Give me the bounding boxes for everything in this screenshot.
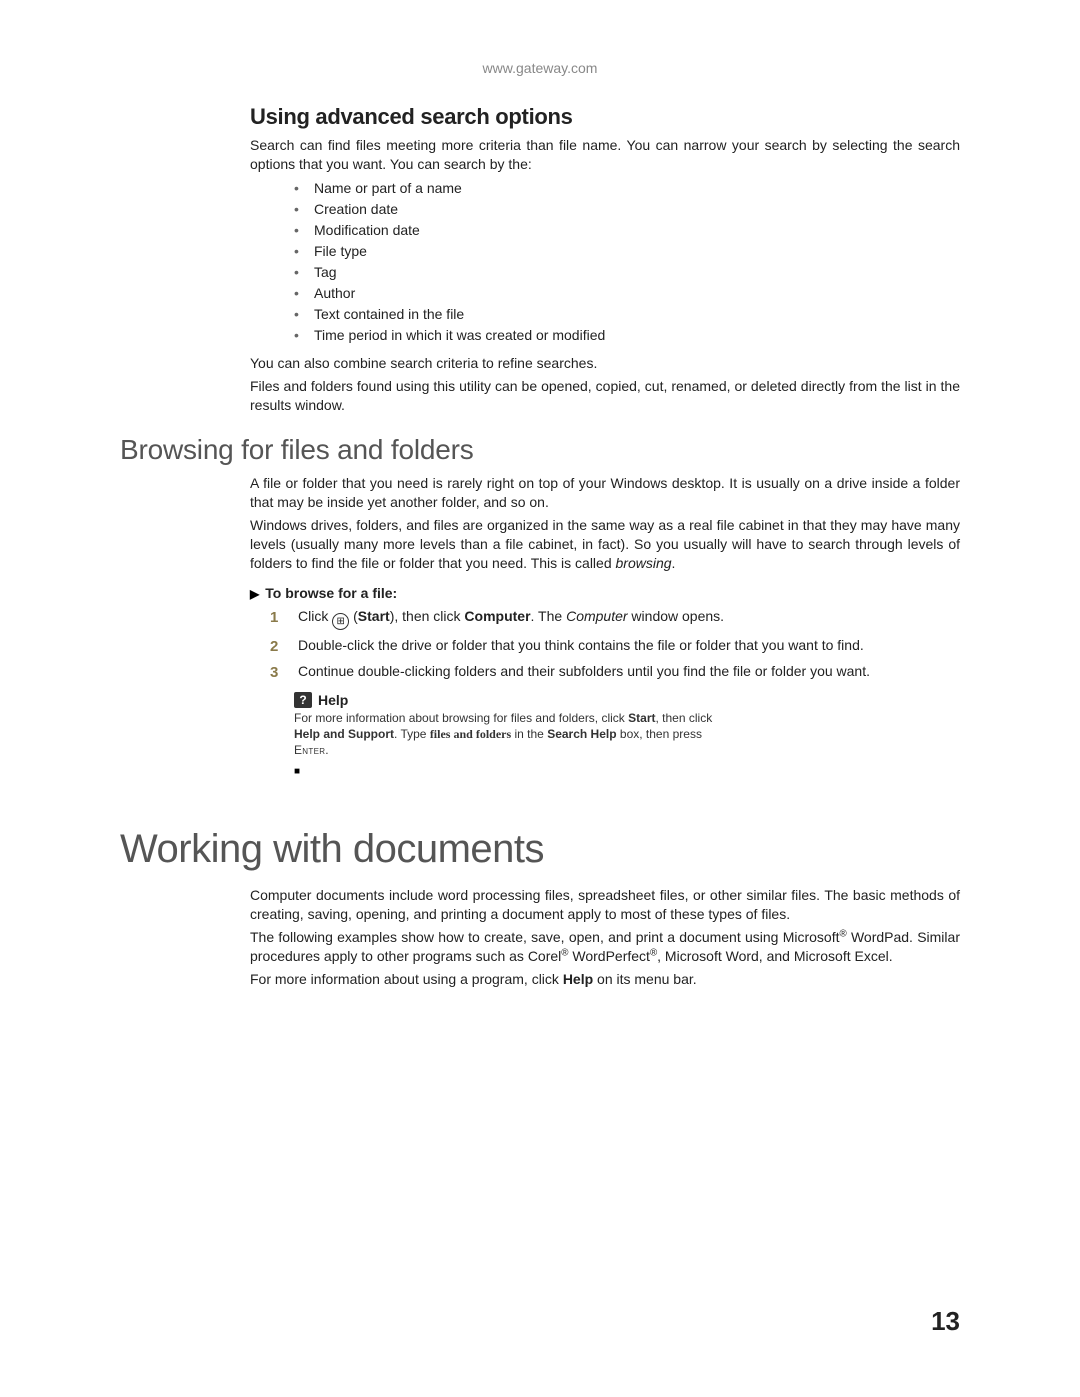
- end-of-procedure-icon: ■: [294, 766, 960, 777]
- step-item: Click (Start), then click Computer. The …: [270, 607, 960, 631]
- help-body: For more information about browsing for …: [294, 710, 734, 759]
- text-run: (: [349, 608, 358, 624]
- question-icon: ?: [294, 692, 312, 708]
- windows-start-icon: [332, 613, 349, 630]
- text-run: . Type: [394, 727, 430, 741]
- text-run: ), then click: [390, 608, 465, 624]
- text-run: .: [325, 743, 328, 757]
- text-run: , then click: [656, 711, 713, 725]
- heading-browsing: Browsing for files and folders: [120, 434, 960, 466]
- registered-symbol: ®: [839, 928, 846, 939]
- text-run: . The: [531, 608, 567, 624]
- search-criteria-list: Name or part of a name Creation date Mod…: [290, 178, 960, 346]
- text-bold: Start: [628, 711, 655, 725]
- text-run: For more information about browsing for …: [294, 711, 628, 725]
- list-item: Modification date: [290, 220, 960, 241]
- text-run: window opens.: [628, 608, 725, 624]
- text-run: For more information about using a progr…: [250, 971, 563, 987]
- text-run: Windows drives, folders, and files are o…: [250, 517, 960, 571]
- paragraph: Windows drives, folders, and files are o…: [250, 516, 960, 573]
- text-run: box, then press: [617, 727, 702, 741]
- intro-paragraph: Search can find files meeting more crite…: [250, 136, 960, 174]
- text-run: Click: [298, 608, 332, 624]
- list-item: Text contained in the file: [290, 304, 960, 325]
- registered-symbol: ®: [561, 947, 568, 958]
- list-item: Time period in which it was created or m…: [290, 325, 960, 346]
- text-smallcaps: Enter: [294, 743, 325, 757]
- text-run: WordPerfect: [569, 948, 650, 964]
- text-bold: Start: [358, 608, 390, 624]
- help-title-row: ? Help: [294, 692, 734, 708]
- heading-advanced-search: Using advanced search options: [250, 104, 960, 130]
- document-page: www.gateway.com Using advanced search op…: [0, 0, 1080, 1397]
- paragraph: A file or folder that you need is rarely…: [250, 474, 960, 512]
- text-run: The following examples show how to creat…: [250, 929, 839, 945]
- text-bold-serif: files and folders: [430, 727, 511, 741]
- list-item: Creation date: [290, 199, 960, 220]
- page-number: 13: [931, 1306, 960, 1337]
- paragraph: The following examples show how to creat…: [250, 928, 960, 966]
- text-run: .: [672, 555, 676, 571]
- text-bold: Help and Support: [294, 727, 394, 741]
- procedure-steps: Click (Start), then click Computer. The …: [270, 607, 960, 682]
- paragraph: For more information about using a progr…: [250, 970, 960, 989]
- triangle-icon: ▶: [250, 587, 259, 601]
- list-item: File type: [290, 241, 960, 262]
- help-title-text: Help: [318, 692, 348, 708]
- paragraph: You can also combine search criteria to …: [250, 354, 960, 373]
- step-item: Double-click the drive or folder that yo…: [270, 636, 960, 656]
- text-bold: Computer: [464, 608, 530, 624]
- text-italic: browsing: [616, 555, 672, 571]
- list-item: Author: [290, 283, 960, 304]
- text-run: on its menu bar.: [593, 971, 697, 987]
- help-callout: ? Help For more information about browsi…: [294, 692, 734, 759]
- list-item: Name or part of a name: [290, 178, 960, 199]
- text-run: in the: [511, 727, 547, 741]
- section-body: Search can find files meeting more crite…: [250, 136, 960, 414]
- text-run: , Microsoft Word, and Microsoft Excel.: [657, 948, 892, 964]
- section-body: Computer documents include word processi…: [250, 886, 960, 988]
- paragraph: Computer documents include word processi…: [250, 886, 960, 924]
- list-item: Tag: [290, 262, 960, 283]
- text-italic: Computer: [566, 608, 627, 624]
- procedure-title: To browse for a file:: [265, 585, 397, 601]
- text-bold: Help: [563, 971, 593, 987]
- step-item: Continue double-clicking folders and the…: [270, 662, 960, 682]
- paragraph: Files and folders found using this utili…: [250, 377, 960, 415]
- header-url: www.gateway.com: [120, 60, 960, 76]
- heading-working-documents: Working with documents: [120, 827, 960, 872]
- section-body: A file or folder that you need is rarely…: [250, 474, 960, 777]
- procedure-heading: ▶ To browse for a file:: [250, 585, 960, 601]
- text-bold: Search Help: [547, 727, 616, 741]
